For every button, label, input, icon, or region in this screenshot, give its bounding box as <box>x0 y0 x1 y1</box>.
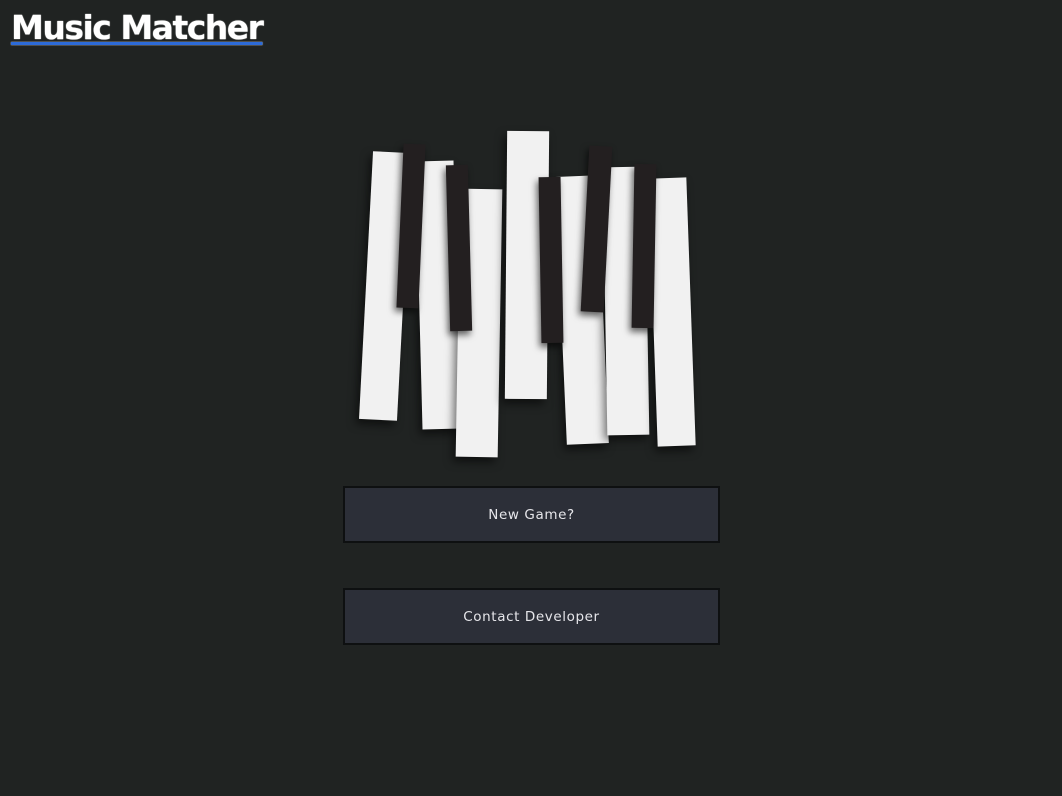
black-key <box>445 164 473 332</box>
piano-keys-illustration <box>340 120 720 470</box>
app-title-link[interactable]: Music Matcher <box>11 8 264 48</box>
start-screen: Music Matcher New Game? Contact Develope… <box>0 0 1062 796</box>
black-key <box>631 163 657 329</box>
contact-developer-button[interactable]: Contact Developer <box>343 588 720 645</box>
black-key <box>538 176 564 344</box>
new-game-button[interactable]: New Game? <box>343 486 720 543</box>
